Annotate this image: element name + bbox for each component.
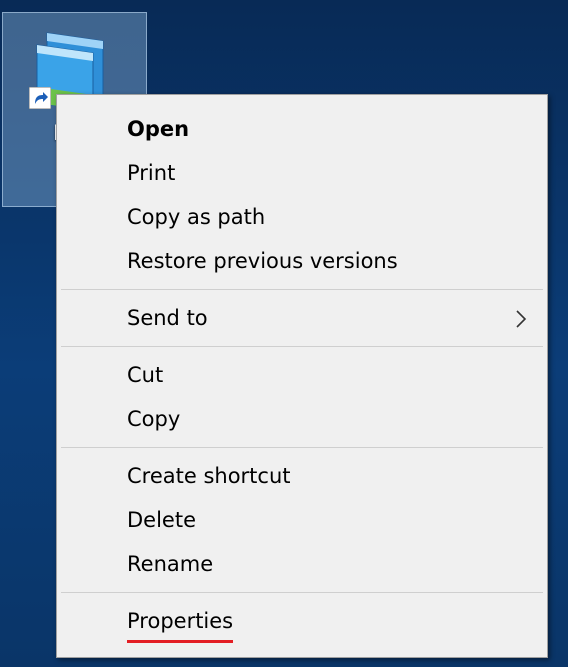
menu-item-copy-as-path[interactable]: Copy as path bbox=[57, 195, 547, 239]
menu-item-create-shortcut[interactable]: Create shortcut bbox=[57, 454, 547, 498]
highlight-underline bbox=[127, 640, 233, 643]
menu-item-cut[interactable]: Cut bbox=[57, 353, 547, 397]
menu-separator bbox=[61, 346, 543, 347]
menu-item-send-to-label: Send to bbox=[127, 306, 208, 330]
menu-item-delete[interactable]: Delete bbox=[57, 498, 547, 542]
menu-item-rename[interactable]: Rename bbox=[57, 542, 547, 586]
menu-item-copy[interactable]: Copy bbox=[57, 397, 547, 441]
context-menu: Open Print Copy as path Restore previous… bbox=[56, 94, 548, 658]
chevron-right-icon bbox=[516, 310, 527, 328]
menu-item-properties[interactable]: Properties bbox=[57, 599, 547, 643]
menu-item-open[interactable]: Open bbox=[57, 107, 547, 151]
menu-item-print[interactable]: Print bbox=[57, 151, 547, 195]
shortcut-arrow-icon bbox=[29, 87, 51, 109]
menu-separator bbox=[61, 592, 543, 593]
menu-separator bbox=[61, 289, 543, 290]
menu-item-restore-previous-versions[interactable]: Restore previous versions bbox=[57, 239, 547, 283]
menu-item-properties-label: Properties bbox=[127, 609, 234, 633]
menu-separator bbox=[61, 447, 543, 448]
menu-item-send-to[interactable]: Send to bbox=[57, 296, 547, 340]
